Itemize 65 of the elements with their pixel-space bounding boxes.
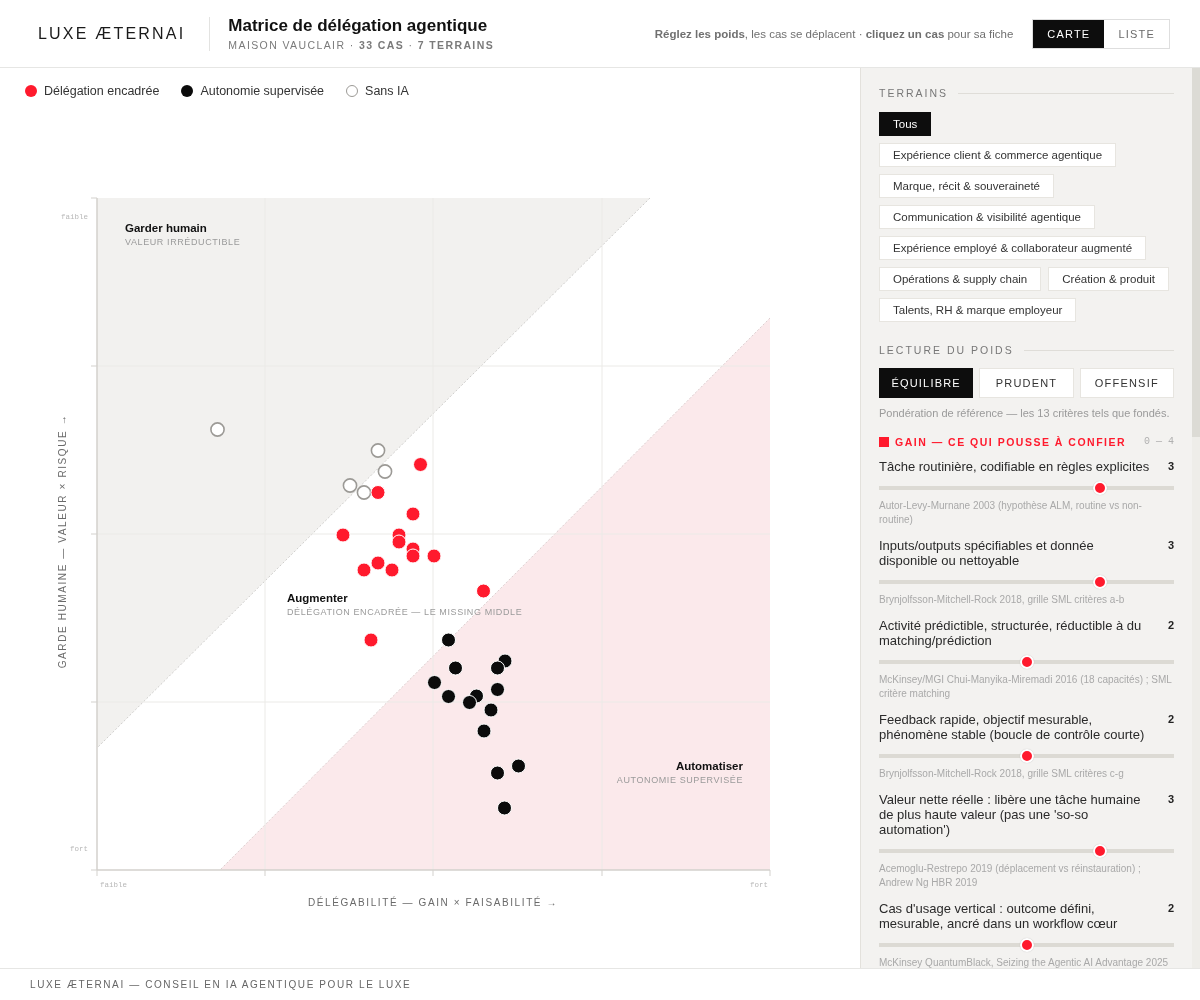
weighting-option[interactable]: ÉQUILIBRE [879, 368, 974, 398]
page-title: Matrice de délégation agentique [228, 15, 489, 36]
criterion-label: Valeur nette réelle : libère une tâche humaine de plus haute valeur (pas une 'so-so automation') [879, 792, 1142, 837]
zone-subtitle: AUTONOMIE SUPERVISÉE [616, 775, 743, 785]
zone-title: Automatiser [675, 760, 743, 772]
range-label: 0 — 4 [1144, 435, 1174, 449]
axis-label: GARDE HUMAINE — VALEUR × RISQUE → [57, 413, 68, 669]
criterion-label: Feedback rapide, objectif mesurable, phénomène stable (boucle de contrôle courte) [879, 712, 1146, 742]
criterion-value: 3 [1166, 459, 1174, 474]
terrain-filter-chip[interactable]: Opérations & supply chain [879, 267, 1042, 291]
axis-label: DÉLÉGABILITÉ — GAIN × FAISABILITÉ → [307, 897, 559, 908]
section-heading: TERRAINS [879, 86, 949, 100]
criterion-value: 2 [1166, 712, 1174, 727]
criterion-source: McKinsey QuantumBlack, Seizing the Agentic AI Advantage 2025 [879, 956, 1170, 968]
criterion-source: Brynjolfsson-Mitchell-Rock 2018, grille SML critères a-b [879, 593, 1126, 607]
case-dot[interactable] [377, 464, 393, 479]
terrain-filter-chip[interactable]: Marque, récit & souveraineté [879, 174, 1055, 198]
slider-thumb[interactable] [1019, 749, 1034, 763]
zone-title: Augmenter [287, 592, 348, 604]
section-heading: LECTURE DU POIDS [879, 343, 1014, 357]
footer-text: LUXE ÆTERNAI — CONSEIL EN IA AGENTIQUE POUR LE LUXE [30, 979, 412, 990]
terrain-filter-chip[interactable]: Création & produit [1048, 267, 1169, 291]
criterion-value: 3 [1166, 792, 1174, 807]
group-heading: GAIN — CE QUI POUSSE À CONFIER [895, 435, 1127, 449]
legend-label: Délégation encadrée [44, 84, 160, 98]
slider-thumb[interactable] [1093, 844, 1108, 858]
zone-title: Garder humain [125, 222, 207, 234]
zone-subtitle: DÉLÉGATION ENCADRÉE — LE MISSING MIDDLE [287, 607, 523, 617]
case-dot[interactable] [342, 478, 358, 493]
slider-thumb[interactable] [1093, 575, 1108, 589]
scrollbar-thumb[interactable] [1192, 68, 1200, 437]
page-subtitle: MAISON VAUCLAIR · 33 CAS · 7 TERRAINS [228, 39, 495, 52]
case-dot[interactable] [370, 443, 386, 458]
instructions-text: Réglez les poids, les cas se déplacent · cliquez un cas pour sa fiche [654, 27, 1014, 40]
zone-subtitle: VALEUR IRRÉDUCTIBLE [125, 237, 241, 247]
weighting-option[interactable]: PRUDENT [979, 368, 1074, 398]
terrain-filter-chip[interactable]: Expérience client & commerce agentique [879, 143, 1117, 167]
criterion-source: Acemoglu-Restrepo 2019 (déplacement vs réinstauration) ; Andrew Ng HBR 2019 [879, 862, 1142, 890]
legend-label: Sans IA [365, 84, 409, 98]
slider-thumb[interactable] [1093, 481, 1108, 495]
slider-thumb[interactable] [1019, 655, 1034, 669]
criterion-label: Cas d'usage vertical : outcome défini, mesurable, ancré dans un workflow cœur [879, 901, 1119, 931]
criterion-label: Inputs/outputs spécifiables et donnée disponible ou nettoyable [879, 538, 1095, 568]
scrollbar[interactable] [1192, 68, 1200, 968]
terrain-filter-chip[interactable]: Communication & visibilité agentique [879, 205, 1095, 229]
terrain-filter-chip[interactable]: Expérience employé & collaborateur augmenté [879, 236, 1147, 260]
criterion-value: 2 [1166, 901, 1174, 916]
criterion-value: 3 [1166, 538, 1174, 553]
legend-label: Autonomie supervisée [200, 84, 325, 98]
criterion-source: Brynjolfsson-Mitchell-Rock 2018, grille SML critères c-g [879, 767, 1125, 781]
criterion-label: Tâche routinière, codifiable en règles explicites [879, 459, 1151, 474]
terrain-filter-chip[interactable]: Talents, RH & marque employeur [879, 298, 1077, 322]
weighting-description: Pondération de référence — les 13 critères tels que fondés. [879, 406, 1171, 420]
terrain-filter-chip[interactable]: Tous [879, 112, 932, 136]
brand-logo: LUXE ÆTERNAI [38, 24, 186, 43]
criterion-source: Autor-Levy-Murnane 2003 (hypothèse ALM, routine vs non-routine) [879, 499, 1143, 527]
case-dot[interactable] [356, 485, 372, 500]
view-tab[interactable]: CARTE [1033, 19, 1105, 48]
criterion-value: 2 [1166, 618, 1174, 633]
square-icon [879, 437, 889, 447]
slider-thumb[interactable] [1019, 938, 1034, 952]
criterion-source: McKinsey/MGI Chui-Manyika-Miremadi 2016 (18 capacités) ; SML critère matching [879, 673, 1173, 701]
weighting-option[interactable]: OFFENSIF [1079, 368, 1174, 398]
case-dot[interactable] [210, 422, 225, 437]
criterion-label: Activité prédictible, structurée, réductible à du matching/prédiction [879, 618, 1143, 648]
